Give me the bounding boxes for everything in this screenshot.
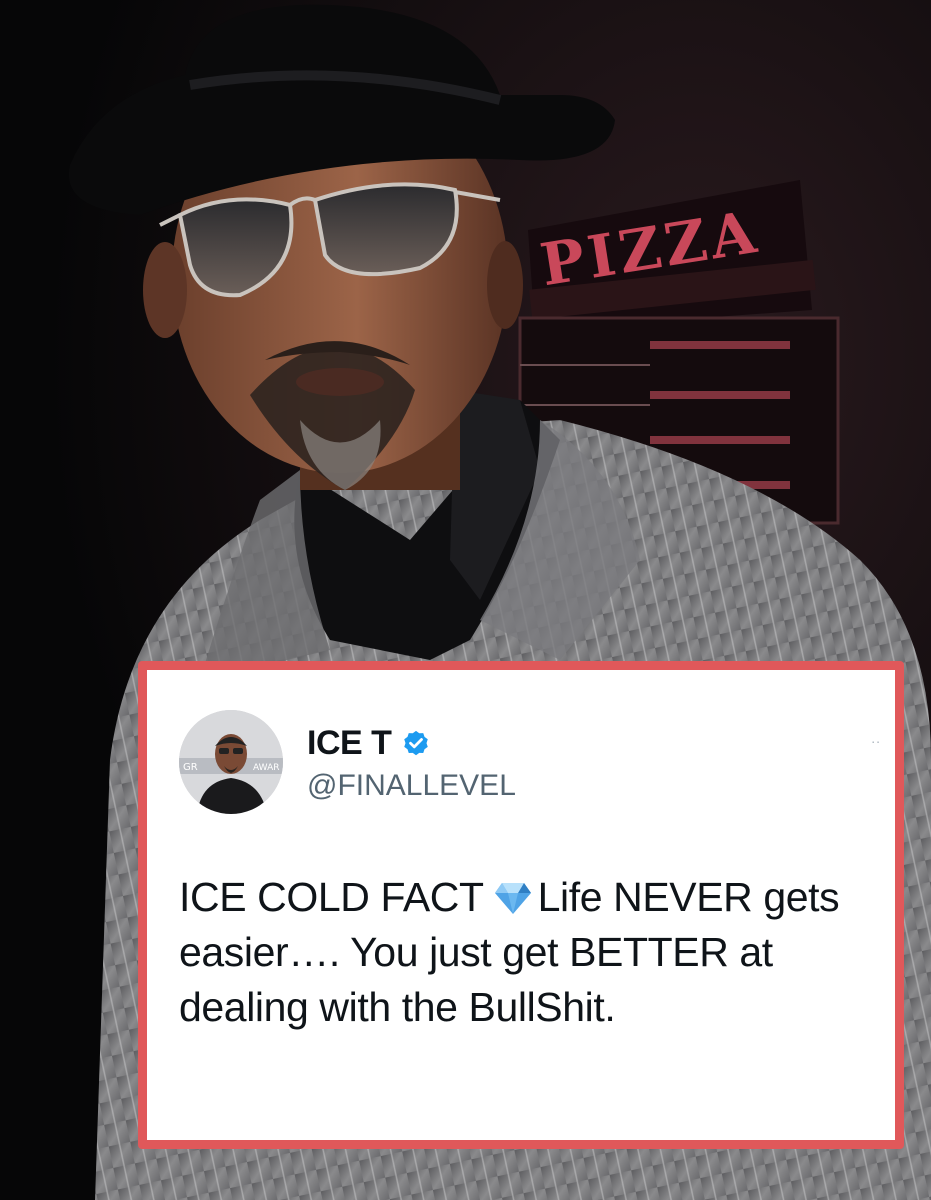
tweet-text-part1: ICE COLD FACT — [179, 874, 484, 920]
more-options-icon[interactable]: .. — [871, 730, 881, 746]
user-handle[interactable]: @FINALLEVEL — [307, 769, 516, 803]
verified-badge-icon — [404, 730, 429, 755]
avatar[interactable]: GR AWAR — [179, 710, 283, 814]
display-name[interactable]: ICE T — [307, 724, 392, 763]
avatar-image: GR AWAR — [179, 710, 283, 814]
avatar-sign-right: AWAR — [253, 763, 279, 773]
tweet-text: ICE COLD FACT Life NEVER gets easier…. Y… — [179, 870, 879, 1035]
avatar-sign-left: GR — [183, 762, 198, 773]
background-photo: PIZZA .. GR AWAR ICE T @FINALLEVEL ICE C… — [0, 0, 931, 1200]
tweet-card[interactable]: .. GR AWAR ICE T @FINALLEVEL ICE COLD FA… — [138, 661, 904, 1149]
gem-stone-icon — [494, 883, 531, 914]
user-block: ICE T @FINALLEVEL — [307, 724, 516, 803]
name-row: ICE T — [307, 724, 516, 763]
